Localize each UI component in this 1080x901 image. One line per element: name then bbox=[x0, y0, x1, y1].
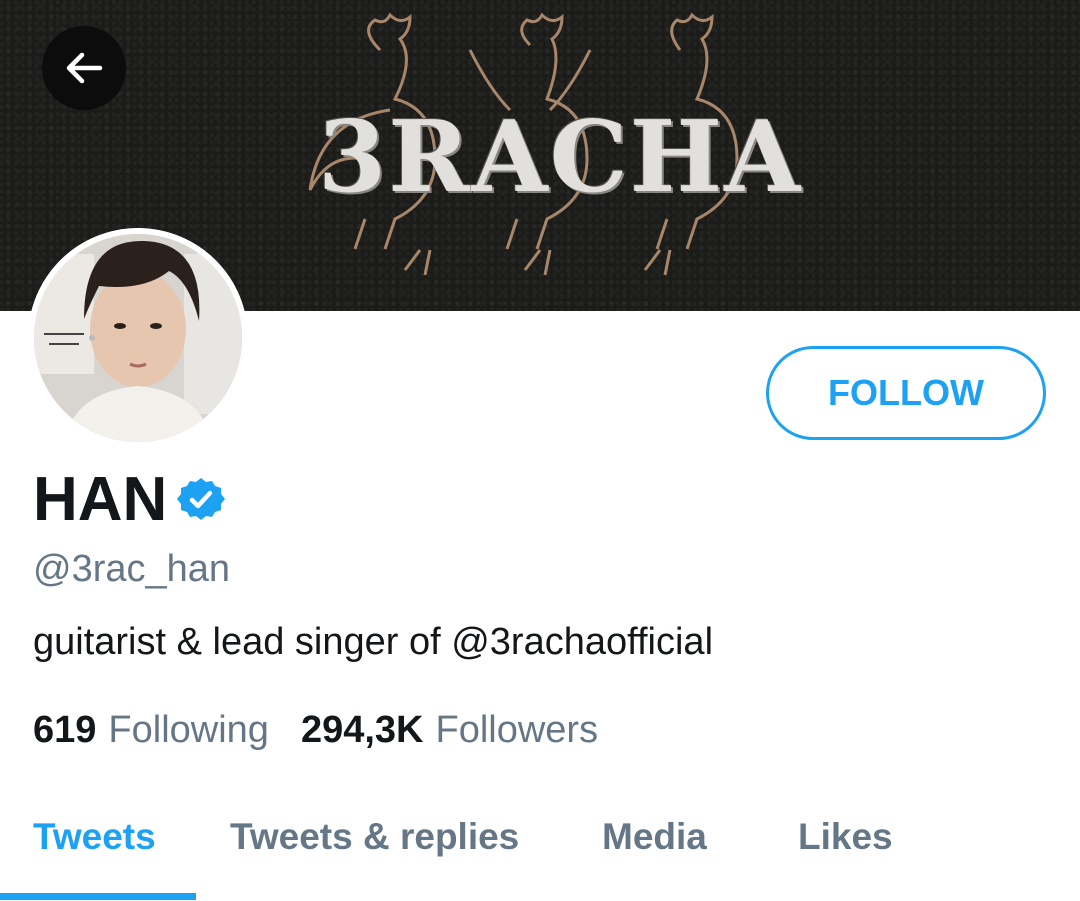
tab-likes[interactable]: Likes bbox=[798, 816, 893, 858]
profile-stats: 619 Following 294,3K Followers bbox=[33, 706, 598, 754]
verified-badge-icon bbox=[177, 478, 226, 520]
banner-logo-text: 3RACHA bbox=[318, 100, 803, 215]
handle: @3rac_han bbox=[33, 548, 231, 590]
avatar[interactable] bbox=[28, 228, 248, 448]
bio: guitarist & lead singer of @3rachaoffici… bbox=[33, 621, 714, 663]
avatar-photo bbox=[34, 234, 242, 442]
profile-name-row: HAN bbox=[33, 464, 226, 536]
followers-label: Followers bbox=[435, 709, 599, 751]
tab-tweets[interactable]: Tweets bbox=[33, 816, 156, 858]
follow-button[interactable]: FOLLOW bbox=[766, 346, 1046, 440]
followers-count: 294,3K bbox=[300, 709, 424, 751]
following-stat[interactable]: 619 Following bbox=[33, 706, 269, 754]
arrow-left-icon bbox=[66, 52, 103, 84]
following-label: Following bbox=[108, 709, 269, 751]
following-count: 619 bbox=[33, 709, 97, 751]
back-button[interactable] bbox=[42, 26, 126, 110]
display-name: HAN bbox=[33, 465, 168, 534]
tab-media[interactable]: Media bbox=[602, 816, 707, 858]
profile-tabs: Tweets Tweets & replies Media Likes bbox=[0, 790, 1080, 901]
active-tab-indicator bbox=[0, 893, 196, 900]
followers-stat[interactable]: 294,3K Followers bbox=[301, 706, 598, 754]
tab-tweets-replies[interactable]: Tweets & replies bbox=[230, 816, 519, 858]
